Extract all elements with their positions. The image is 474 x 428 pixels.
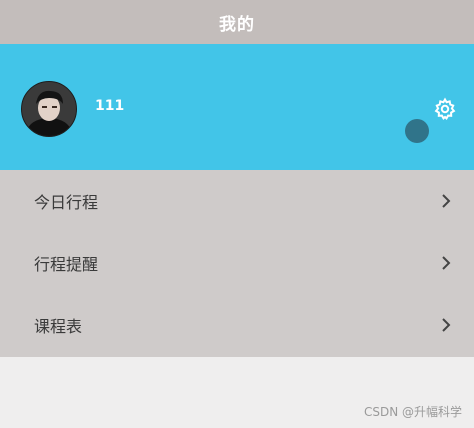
menu-item-label: 今日行程 <box>34 193 99 212</box>
profile-header: 111 <box>0 44 474 170</box>
app-screen: 我的 111 今日行程 行程提醒 课程表 CSDN @升幅科学 <box>0 0 474 428</box>
username: 111 <box>95 98 125 114</box>
gear-icon[interactable] <box>433 97 457 121</box>
title-bar: 我的 <box>0 0 474 44</box>
page-title: 我的 <box>219 14 255 35</box>
menu-item-label: 行程提醒 <box>34 255 99 274</box>
user-avatar-icon <box>22 82 76 136</box>
menu-list: 今日行程 行程提醒 课程表 <box>0 170 474 357</box>
menu-item-today-itinerary[interactable]: 今日行程 <box>0 170 474 232</box>
menu-item-course-schedule[interactable]: 课程表 <box>0 294 474 356</box>
chevron-right-icon <box>442 256 451 270</box>
menu-item-itinerary-reminder[interactable]: 行程提醒 <box>0 232 474 294</box>
chevron-right-icon <box>442 194 451 208</box>
avatar[interactable] <box>21 81 77 137</box>
touch-indicator <box>405 119 429 143</box>
watermark: CSDN @升幅科学 <box>363 405 462 419</box>
chevron-right-icon <box>442 318 451 332</box>
menu-item-label: 课程表 <box>34 317 83 336</box>
